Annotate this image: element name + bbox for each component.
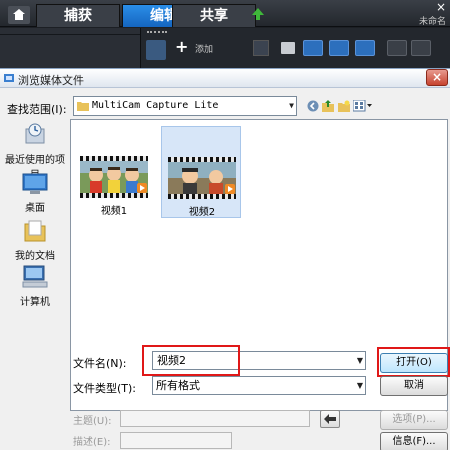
- recent-items-icon: [25, 123, 45, 144]
- chevron-down-icon[interactable]: ▼: [357, 352, 363, 369]
- library-toolbar: + 添加: [140, 28, 450, 68]
- pin-icon[interactable]: [253, 40, 269, 56]
- file-item-video-1[interactable]: 视频1: [74, 126, 154, 218]
- filetype-label: 文件类型(T):: [73, 382, 137, 395]
- media-library-icon[interactable]: [146, 40, 166, 60]
- place-label: 桌面: [25, 203, 45, 214]
- description-input[interactable]: [120, 432, 232, 449]
- thumbnail-view-button[interactable]: [411, 40, 431, 56]
- file-name: 视频1: [100, 206, 128, 217]
- description-label: 描述(E):: [73, 437, 111, 448]
- show-video-button[interactable]: [303, 40, 323, 56]
- project-status-text: 未命名: [418, 17, 446, 27]
- dialog-close-button[interactable]: ×: [426, 69, 448, 86]
- file-item-video-2[interactable]: 视频2: [161, 126, 241, 218]
- add-label[interactable]: 添加: [195, 42, 213, 55]
- upload-icon[interactable]: [251, 7, 265, 21]
- filetype-value: 所有格式: [156, 379, 200, 392]
- browse-media-dialog: 浏览媒体文件 × 查找范围(I): MultiCam Capture Lite …: [0, 68, 450, 450]
- home-icon: [13, 9, 25, 20]
- computer-icon: [22, 265, 48, 288]
- play-badge-icon: [137, 183, 147, 193]
- look-in-combo[interactable]: MultiCam Capture Lite ▼: [73, 96, 297, 116]
- folder-icon[interactable]: [281, 42, 295, 54]
- arrow-left-icon: [324, 414, 336, 424]
- play-badge-icon: [225, 184, 235, 194]
- my-documents-icon: [24, 220, 46, 242]
- look-in-label: 查找范围(I):: [7, 103, 67, 116]
- subject-input[interactable]: [120, 410, 310, 427]
- place-computer[interactable]: 计算机: [2, 265, 68, 308]
- dialog-title-bar: 浏览媒体文件 ×: [0, 69, 450, 88]
- tab-capture[interactable]: 捕获: [36, 4, 120, 27]
- place-recent-items[interactable]: 最近使用的项目: [2, 121, 68, 181]
- tab-share[interactable]: 共享: [172, 4, 256, 27]
- new-folder-icon[interactable]: [338, 100, 350, 112]
- add-icon[interactable]: +: [175, 37, 188, 56]
- open-highlight-box: [377, 347, 450, 377]
- filename-label: 文件名(N):: [73, 357, 127, 370]
- video-thumbnail: [168, 157, 236, 199]
- home-button[interactable]: [8, 6, 30, 24]
- list-view-button[interactable]: [387, 40, 407, 56]
- place-desktop[interactable]: 桌面: [2, 173, 68, 214]
- options-button[interactable]: 选项(P)...: [380, 410, 448, 430]
- app-side-panel: [0, 28, 140, 68]
- chevron-down-icon: ▼: [289, 101, 294, 110]
- filetype-select[interactable]: 所有格式 ▼: [152, 376, 366, 395]
- dialog-title: 浏览媒体文件: [18, 74, 84, 87]
- video-thumbnail: [80, 156, 148, 198]
- place-my-documents[interactable]: 我的文档: [2, 219, 68, 262]
- file-name: 视频2: [188, 207, 216, 218]
- info-button[interactable]: 信息(F)...: [380, 432, 448, 450]
- show-photo-button[interactable]: [329, 40, 349, 56]
- desktop-icon: [22, 173, 48, 194]
- chevron-down-icon: ▼: [356, 381, 363, 390]
- subject-label: 主题(U):: [73, 416, 112, 427]
- app-icon: [4, 74, 14, 82]
- places-bar: 最近使用的项目 桌面 我的文档 计算机: [2, 119, 68, 389]
- drag-handle-icon[interactable]: [147, 31, 167, 34]
- subject-back-button[interactable]: [320, 410, 340, 428]
- up-folder-icon[interactable]: [322, 99, 334, 113]
- view-menu-icon[interactable]: [353, 100, 373, 112]
- place-label: 我的文档: [15, 251, 55, 262]
- filename-highlight-box: [142, 345, 240, 376]
- show-audio-button[interactable]: [355, 40, 375, 56]
- folder-icon: [77, 102, 89, 111]
- look-in-value: MultiCam Capture Lite: [92, 100, 219, 111]
- app-close-button[interactable]: ×: [436, 0, 446, 14]
- back-icon[interactable]: [307, 100, 319, 112]
- cancel-button[interactable]: 取消: [380, 376, 448, 396]
- place-label: 计算机: [20, 297, 50, 308]
- app-top-bar: 捕获 编辑 共享 × 未命名: [0, 0, 450, 27]
